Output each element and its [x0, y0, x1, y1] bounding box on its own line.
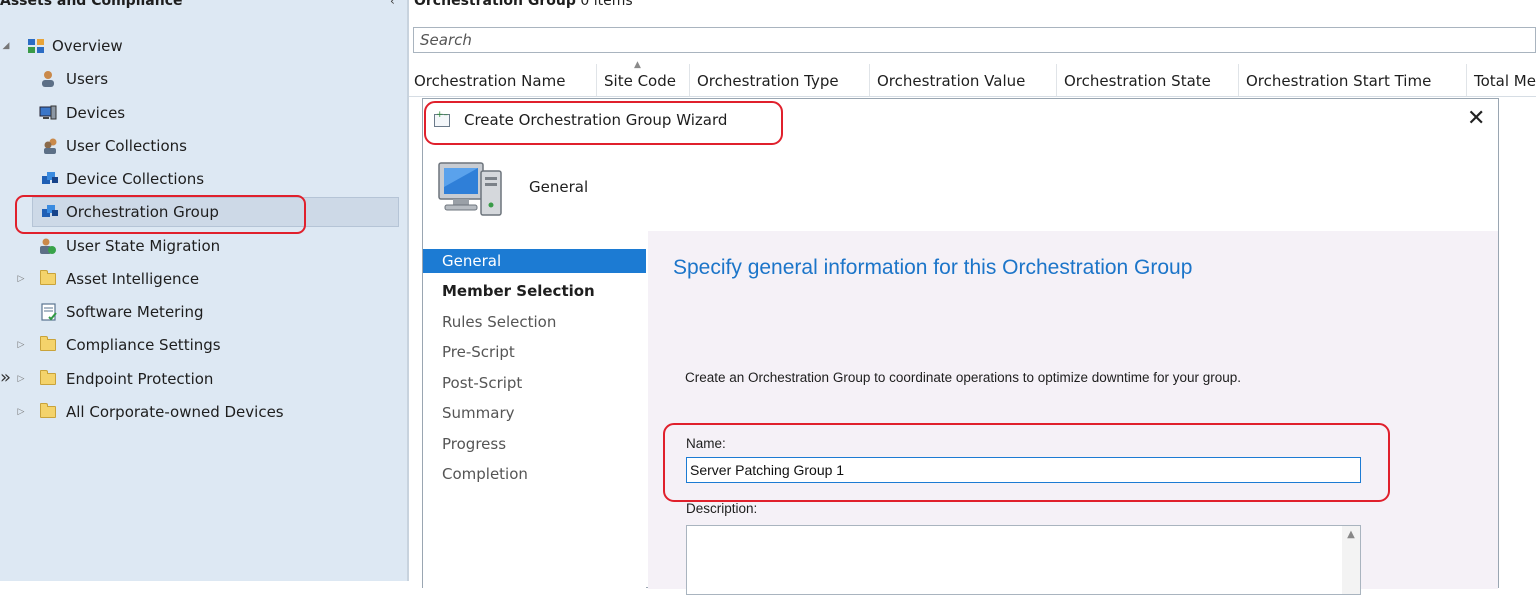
wizard-title: Create Orchestration Group Wizard	[464, 111, 728, 129]
tree-item-label: Software Metering	[66, 303, 204, 321]
tree-item-label: Device Collections	[66, 170, 205, 188]
tree-item-asset-intelligence[interactable]: ▷ Asset Intelligence	[0, 264, 380, 294]
expand-arrow-icon[interactable]: ▷	[15, 330, 27, 360]
pane-splitter[interactable]	[407, 0, 409, 581]
wizard-step-progress[interactable]: Progress	[423, 432, 646, 456]
computer-icon	[438, 162, 502, 216]
wizard-step-completion[interactable]: Completion	[423, 462, 646, 486]
tree-item-devices[interactable]: Devices	[0, 98, 380, 128]
wizard-step-member-selection[interactable]: Member Selection	[423, 279, 646, 303]
navigation-pane: Assets and Compliance ‹ ◢ Overview Users…	[0, 0, 407, 581]
tree-item-endpoint-protection[interactable]: ▷ Endpoint Protection	[0, 364, 380, 394]
wizard-icon	[434, 110, 450, 127]
tree-item-all-corporate-owned-devices[interactable]: ▷ All Corporate-owned Devices	[0, 397, 380, 427]
tree-item-label: User Collections	[66, 137, 187, 155]
expand-pane-icon[interactable]: »	[0, 368, 11, 388]
user-icon	[42, 71, 54, 87]
devices-icon	[39, 105, 57, 120]
tree-item-users[interactable]: Users	[0, 64, 380, 94]
wizard-step-post-script[interactable]: Post-Script	[423, 371, 646, 395]
column-orchestration-name[interactable]: Orchestration Name	[407, 64, 597, 96]
tree-item-label: Devices	[66, 104, 126, 122]
wizard-page-name: General	[529, 178, 589, 196]
folder-icon	[40, 270, 56, 285]
user-state-migration-icon	[40, 238, 56, 254]
software-metering-icon	[41, 303, 57, 321]
tree-item-label: Endpoint Protection	[66, 370, 214, 388]
search-input[interactable]: Search	[413, 27, 1536, 53]
tree-item-compliance-settings[interactable]: ▷ Compliance Settings	[0, 330, 380, 360]
column-orchestration-type[interactable]: Orchestration Type	[690, 64, 870, 96]
folder-icon	[40, 370, 56, 385]
create-orchestration-group-wizard: Create Orchestration Group Wizard ✕ Gene…	[422, 98, 1499, 595]
tree-item-software-metering[interactable]: Software Metering	[0, 297, 380, 327]
column-total-members[interactable]: Total Me	[1467, 64, 1536, 96]
column-orchestration-value[interactable]: Orchestration Value	[870, 64, 1057, 96]
item-count: 0 items	[580, 0, 633, 9]
device-collection-icon	[42, 172, 58, 184]
wizard-heading: Specify general information for this Orc…	[673, 256, 1193, 279]
name-label: Name:	[686, 436, 726, 451]
nav-header: Assets and Compliance ‹	[0, 0, 407, 11]
collapse-nav-icon[interactable]: ‹	[390, 0, 395, 11]
column-site-code[interactable]: Site Code	[597, 64, 690, 96]
tree-item-label: All Corporate-owned Devices	[66, 403, 284, 421]
wizard-step-general[interactable]: General	[423, 249, 646, 273]
name-input[interactable]: Server Patching Group 1	[686, 457, 1361, 483]
user-collection-icon	[44, 138, 57, 154]
page-title-text: Orchestration Group	[414, 0, 576, 9]
expand-arrow-icon[interactable]: ▷	[15, 364, 27, 394]
column-orchestration-start-time[interactable]: Orchestration Start Time	[1239, 64, 1467, 96]
wizard-intro-text: Create an Orchestration Group to coordin…	[685, 370, 1242, 385]
collapse-arrow-icon[interactable]: ◢	[0, 31, 12, 61]
wizard-step-rules-selection[interactable]: Rules Selection	[423, 310, 646, 334]
wizard-steps: General Member Selection Rules Selection…	[423, 231, 646, 589]
tree-item-orchestration-group[interactable]: Orchestration Group	[32, 197, 403, 227]
close-icon[interactable]: ✕	[1467, 105, 1485, 133]
column-header-row: ▲ Orchestration Name Site Code Orchestra…	[407, 60, 1536, 97]
description-label: Description:	[686, 501, 758, 516]
wizard-step-summary[interactable]: Summary	[423, 401, 646, 425]
scrollbar[interactable]: ▲	[1342, 526, 1360, 594]
nav-header-title: Assets and Compliance	[0, 0, 183, 9]
wizard-step-pre-script[interactable]: Pre-Script	[423, 340, 646, 364]
wizard-content: Specify general information for this Orc…	[648, 231, 1498, 595]
page-title: Orchestration Group 0 items	[414, 0, 633, 11]
tree-item-label: Orchestration Group	[66, 203, 219, 221]
tree-item-label: Asset Intelligence	[66, 270, 200, 288]
tree-item-label: Users	[66, 70, 109, 88]
orchestration-group-icon	[42, 205, 58, 217]
overview-icon	[28, 39, 44, 53]
expand-arrow-icon[interactable]: ▷	[15, 397, 27, 427]
folder-icon	[40, 336, 56, 351]
folder-icon	[40, 403, 56, 418]
tree-item-device-collections[interactable]: Device Collections	[0, 164, 380, 194]
tree-item-label: Overview	[52, 37, 123, 55]
tree-item-label: Compliance Settings	[66, 336, 221, 354]
tree-item-overview[interactable]: ◢ Overview	[0, 31, 380, 61]
description-input[interactable]: ▲	[686, 525, 1361, 595]
column-orchestration-state[interactable]: Orchestration State	[1057, 64, 1239, 96]
expand-arrow-icon[interactable]: ▷	[15, 264, 27, 294]
tree-item-user-state-migration[interactable]: User State Migration	[0, 231, 380, 261]
tree-item-user-collections[interactable]: User Collections	[0, 131, 380, 161]
tree-item-label: User State Migration	[66, 237, 221, 255]
